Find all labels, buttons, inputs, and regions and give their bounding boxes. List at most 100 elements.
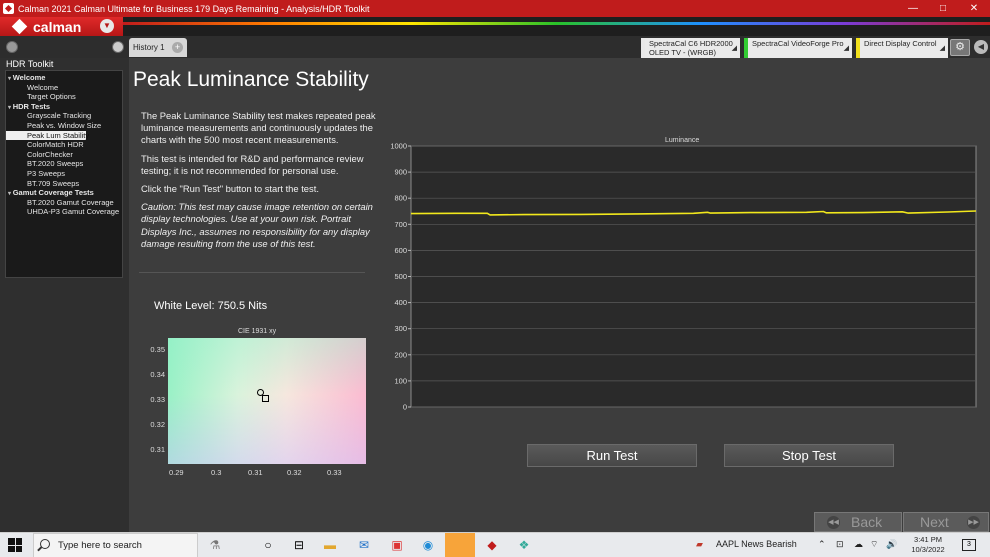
maximize-button[interactable]: □ (928, 0, 958, 17)
windows-taskbar: Type here to search ⚗ ○ ⊟ ▬ ✉ ▣ ◉ ◆ ❖ ▰ … (0, 532, 990, 557)
calman-logo[interactable]: calman ▼ (0, 17, 123, 36)
sidebar-item[interactable]: UHDA-P3 Gamut Coverage (6, 207, 122, 217)
device-meter-name: SpectraCal C6 HDR2000 (649, 39, 733, 48)
sidebar-item[interactable]: ColorMatch HDR (6, 140, 122, 150)
stock-ticker-icon: ▰ (696, 539, 703, 549)
cie-x-tick: 0.31 (248, 468, 263, 477)
taskbar-clock[interactable]: 3:41 PM 10/3/2022 (906, 535, 950, 555)
tab-history-1[interactable]: History 1 + (129, 38, 187, 57)
gear-icon[interactable]: ⚙ (950, 39, 970, 56)
sidebar-group[interactable]: Welcome (6, 73, 122, 83)
app-header: calman ▼ (0, 17, 990, 36)
dropdown-arrow-icon: ◢ (731, 45, 737, 52)
device-display-selector[interactable]: Direct Display Control ◢ (856, 38, 948, 58)
sidebar: HDR Toolkit WelcomeWelcomeTarget Options… (0, 58, 129, 532)
cie-y-tick: 0.34 (150, 370, 165, 379)
next-button-label: Next (920, 514, 949, 530)
luminance-y-tick-label: 400 (394, 298, 407, 307)
window-title: Calman 2021 Calman Ultimate for Business… (18, 3, 370, 14)
clock-time: 3:41 PM (914, 535, 942, 544)
back-arrow-icon: ◀◀ (827, 516, 840, 529)
cie-x-tick: 0.33 (327, 468, 342, 477)
active-app-icon[interactable] (445, 533, 475, 557)
sidebar-item[interactable]: Welcome (6, 83, 122, 93)
luminance-chart: 0 100 200 300 400 500 600 700 800 900 1000 (390, 142, 977, 412)
cie-y-tick: 0.31 (150, 445, 165, 454)
windows-start-icon[interactable] (8, 538, 22, 552)
cie-y-tick: 0.32 (150, 420, 165, 429)
sidebar-item[interactable]: ColorChecker (6, 150, 122, 160)
search-placeholder: Type here to search (58, 540, 142, 551)
collapse-sidebar-icon[interactable] (112, 41, 124, 53)
sidebar-item[interactable]: P3 Sweeps (6, 169, 122, 179)
run-test-button[interactable]: Run Test (527, 444, 697, 467)
sidebar-item[interactable]: Peak Lum Stability (6, 130, 89, 141)
workflow-tree: WelcomeWelcomeTarget OptionsHDR TestsGra… (5, 70, 123, 278)
next-arrow-icon: ▶▶ (967, 516, 980, 529)
widgets-icon[interactable]: ⊟ (289, 536, 309, 555)
task-view-icon[interactable]: ○ (258, 536, 278, 555)
back-button-label: Back (851, 514, 883, 530)
back-button[interactable]: ◀◀ Back (814, 512, 902, 532)
logo-diamond-icon (11, 18, 28, 35)
clock-date: 10/3/2022 (911, 545, 945, 554)
close-button[interactable]: ✕ (959, 0, 989, 17)
widget-doodle-icon[interactable]: ⚗ (205, 536, 225, 555)
sidebar-item[interactable]: Grayscale Tracking (6, 111, 122, 121)
volume-icon[interactable]: 🔊 (886, 539, 897, 550)
taskbar-search-box[interactable]: Type here to search (33, 533, 198, 557)
store-gift-icon[interactable]: ▣ (387, 536, 407, 555)
luminance-y-tick-label: 200 (394, 350, 407, 359)
calman-taskbar-icon[interactable]: ◆ (482, 536, 502, 555)
sidebar-item[interactable]: BT.2020 Sweeps (6, 159, 122, 169)
device-generator-selector[interactable]: SpectraCal VideoForge Pro ◢ (744, 38, 852, 58)
cie-x-tick: 0.3 (211, 468, 222, 477)
luminance-y-tick-label: 700 (394, 220, 407, 229)
settings-dot-icon[interactable] (6, 41, 18, 53)
panel-arrow-icon[interactable]: ◀ (974, 40, 988, 54)
sidebar-group[interactable]: HDR Tests (6, 102, 122, 112)
chevron-down-icon[interactable]: ▼ (100, 19, 114, 33)
tray-chevron-icon[interactable]: ⌃ (818, 539, 826, 550)
tray-app-icon[interactable]: ⊡ (836, 539, 844, 550)
wifi-icon[interactable]: ⌔ (870, 539, 878, 550)
sidebar-item[interactable]: Peak vs. Window Size (6, 121, 122, 131)
next-button[interactable]: Next ▶▶ (903, 512, 989, 532)
sidebar-item[interactable]: BT.2020 Gamut Coverage (6, 198, 122, 208)
colorful-app-icon[interactable]: ❖ (514, 536, 534, 555)
cie-x-tick: 0.29 (169, 468, 184, 477)
calman-app-icon (3, 3, 14, 14)
session-toolbar: History 1 + SpectraCal C6 HDR2000 OLED T… (0, 36, 990, 58)
main-panel: Peak Luminance Stability The Peak Lumina… (129, 58, 990, 532)
device-generator-name: SpectraCal VideoForge Pro (752, 39, 844, 48)
edge-browser-icon[interactable]: ◉ (418, 536, 438, 555)
sidebar-title: HDR Toolkit (6, 59, 54, 69)
dropdown-arrow-icon: ◢ (939, 45, 945, 52)
stock-news[interactable]: AAPL News Bearish (716, 539, 797, 549)
device-display-name: Direct Display Control (864, 39, 937, 48)
add-tab-icon[interactable]: + (172, 42, 183, 53)
tray-cloud-icon[interactable]: ☁ (854, 539, 863, 550)
luminance-y-tick-label: 1000 (390, 142, 407, 151)
sidebar-item[interactable]: BT.709 Sweeps (6, 179, 122, 189)
cie-chart-plot (168, 338, 366, 464)
cie-x-tick: 0.32 (287, 468, 302, 477)
title-bar: Calman 2021 Calman Ultimate for Business… (0, 0, 990, 17)
luminance-y-tick-label: 300 (394, 324, 407, 333)
description-paragraph: Click the "Run Test" button to start the… (141, 183, 319, 195)
cie-y-tick: 0.35 (150, 345, 165, 354)
description-paragraph: This test is intended for R&D and perfor… (141, 152, 364, 176)
notification-badge[interactable]: 3 (962, 539, 976, 551)
sidebar-item[interactable]: Target Options (6, 92, 122, 102)
file-explorer-icon[interactable]: ▬ (320, 536, 340, 555)
minimize-button[interactable]: — (898, 0, 928, 17)
device-meter-selector[interactable]: SpectraCal C6 HDR2000 OLED TV - (WRGB) ◢ (641, 38, 740, 58)
dropdown-arrow-icon: ◢ (843, 45, 849, 52)
tab-history-label: History 1 (133, 43, 165, 52)
logo-text: calman (33, 18, 82, 35)
cie-chart-title: CIE 1931 xy (238, 328, 277, 335)
mail-icon[interactable]: ✉ (354, 536, 374, 555)
sidebar-group[interactable]: Gamut Coverage Tests (6, 188, 122, 198)
stop-test-button[interactable]: Stop Test (724, 444, 894, 467)
test-description: The Peak Luminance Stability test makes … (141, 110, 379, 256)
